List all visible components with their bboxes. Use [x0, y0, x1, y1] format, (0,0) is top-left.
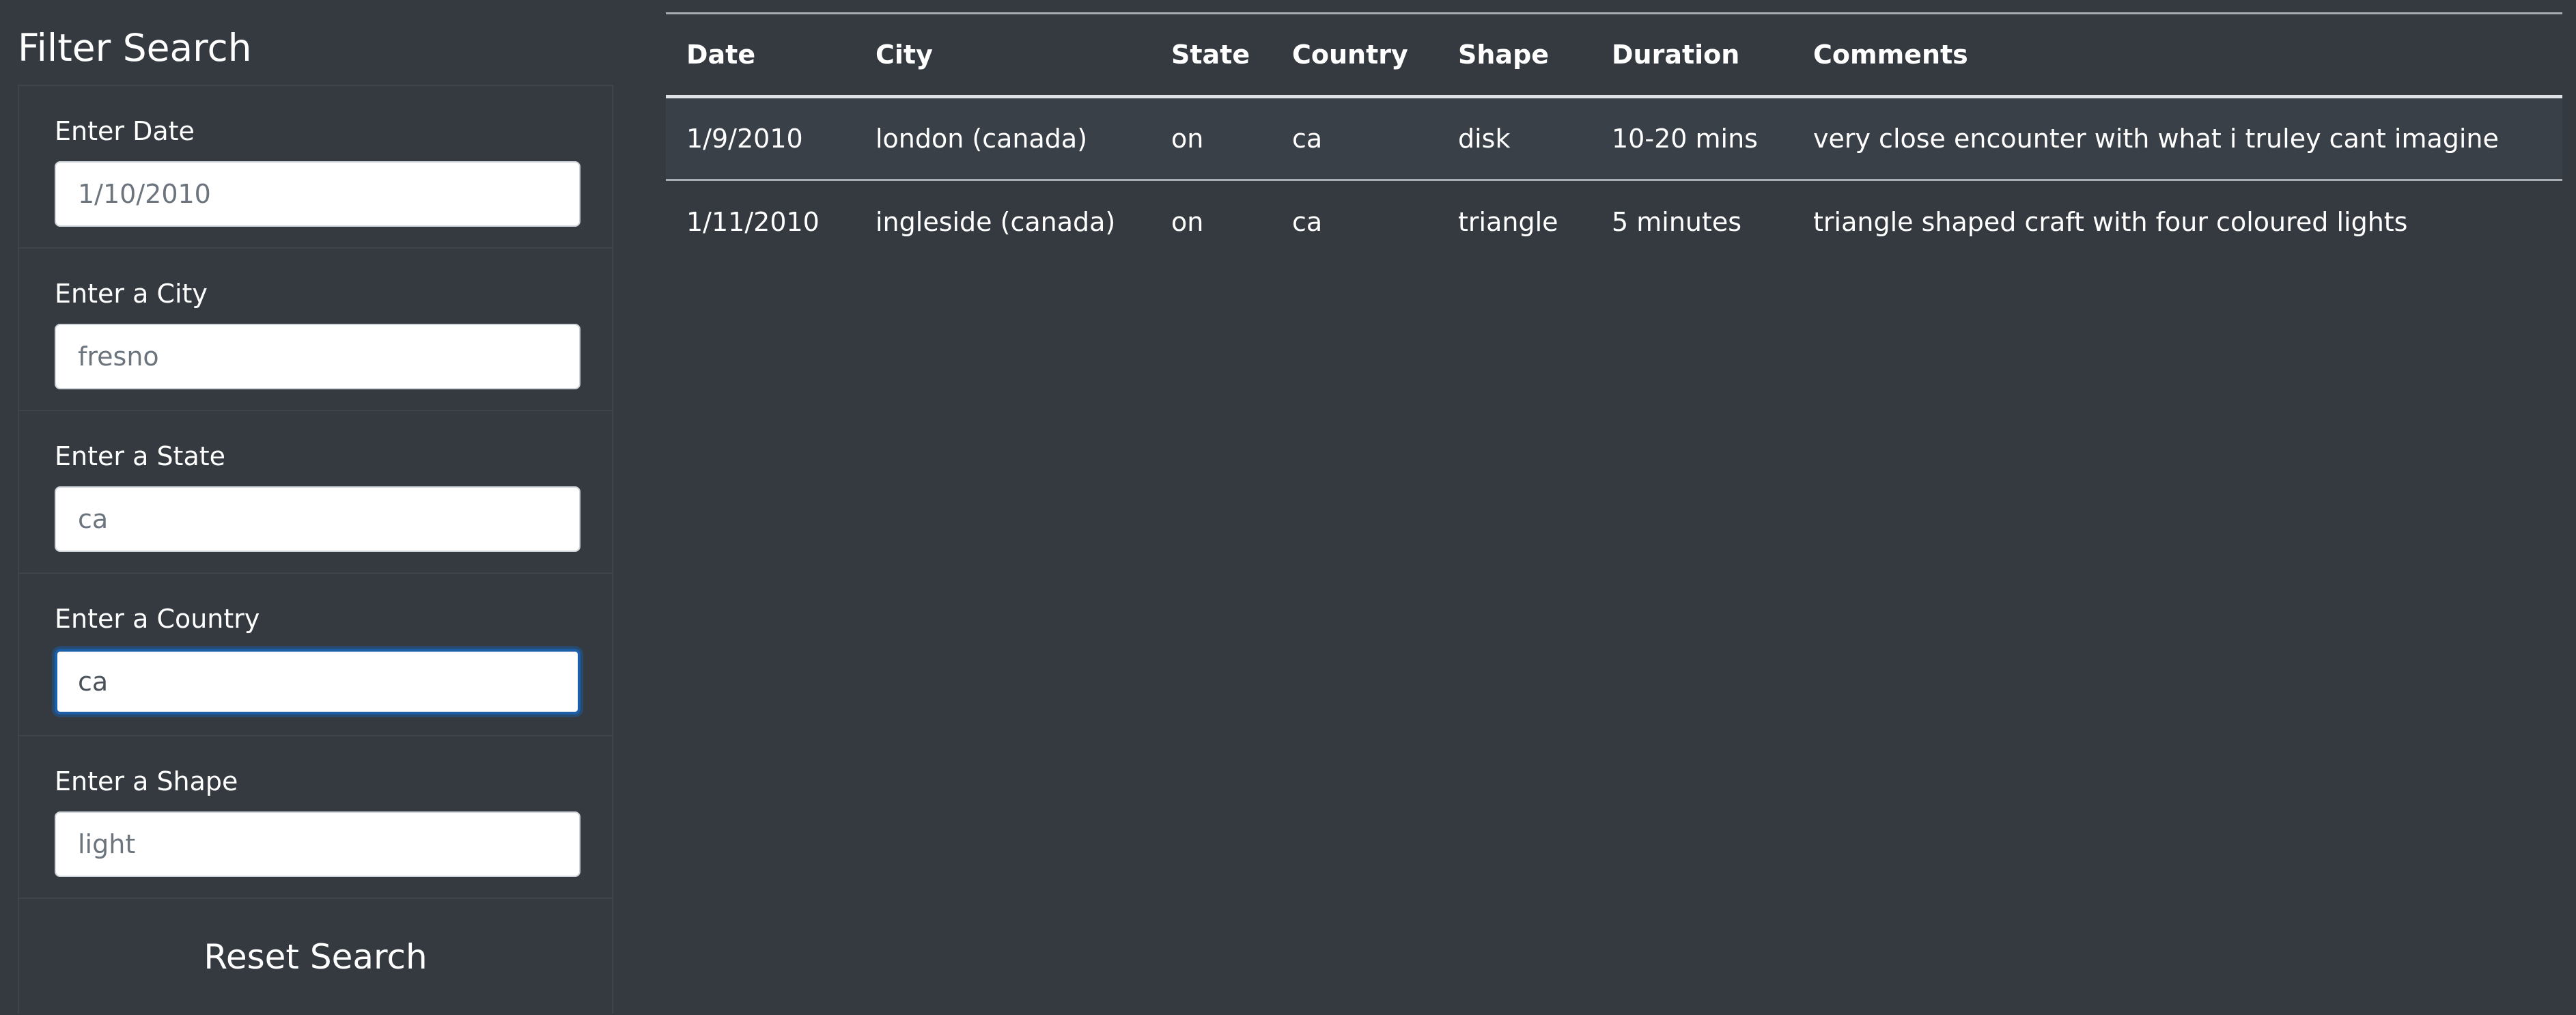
- cell-shape: triangle: [1458, 207, 1558, 238]
- filter-shape: Enter a Shape: [19, 736, 612, 899]
- table-body: 1/9/2010 london (canada) on ca disk 10-2…: [666, 96, 2562, 264]
- cell-state: on: [1171, 207, 1204, 238]
- results-table-container: Date City State Country Shape Duration C…: [666, 12, 2562, 264]
- header-row: Date City State Country Shape Duration C…: [666, 12, 2562, 98]
- city-input[interactable]: [55, 324, 580, 389]
- filter-city: Enter a City: [19, 249, 612, 411]
- cell-city: ingleside (canada): [876, 207, 1116, 238]
- cell-comments: very close encounter with what i truley …: [1793, 96, 2562, 181]
- table-row: 1/9/2010 london (canada) on ca disk 10-2…: [666, 96, 2562, 181]
- header-duration: Duration: [1591, 12, 1793, 98]
- cell-duration: 10-20 mins: [1591, 96, 1793, 181]
- cell-country: ca: [1272, 96, 1438, 181]
- state-input[interactable]: [55, 486, 580, 552]
- header-city: City: [855, 12, 1151, 98]
- country-input[interactable]: [55, 649, 580, 714]
- filter-country: Enter a Country: [19, 574, 612, 736]
- header-comments: Comments: [1793, 12, 2562, 98]
- filter-list: Enter Date Enter a City Enter a State En…: [18, 85, 613, 1014]
- cell-city: london (canada): [855, 96, 1151, 181]
- reset-item: Reset Search: [19, 899, 612, 1015]
- reset-search-button[interactable]: Reset Search: [19, 899, 612, 1015]
- header-state: State: [1151, 12, 1272, 98]
- cell-duration: 5 minutes: [1612, 207, 1742, 238]
- sidebar-title: Filter Search: [18, 26, 252, 70]
- ufo-table: Date City State Country Shape Duration C…: [666, 12, 2562, 264]
- table-header: Date City State Country Shape Duration C…: [666, 12, 2562, 98]
- state-label: Enter a State: [55, 441, 226, 471]
- date-input[interactable]: [55, 161, 580, 227]
- date-label: Enter Date: [55, 116, 195, 146]
- filter-sidebar: Filter Search Enter Date Enter a City En…: [0, 0, 632, 1014]
- cell-date: 1/11/2010: [686, 207, 820, 238]
- header-shape: Shape: [1438, 12, 1591, 98]
- shape-input[interactable]: [55, 811, 580, 877]
- city-label: Enter a City: [55, 279, 208, 309]
- cell-date: 1/9/2010: [666, 96, 855, 181]
- cell-shape: disk: [1438, 96, 1591, 181]
- filter-date: Enter Date: [19, 86, 612, 249]
- cell-country: ca: [1292, 207, 1323, 238]
- cell-state: on: [1151, 96, 1272, 181]
- table-row: 1/11/2010 ingleside (canada) on ca trian…: [666, 180, 2562, 264]
- shape-label: Enter a Shape: [55, 766, 238, 796]
- filter-state: Enter a State: [19, 411, 612, 574]
- country-label: Enter a Country: [55, 604, 260, 634]
- header-country: Country: [1272, 12, 1438, 98]
- cell-comments: triangle shaped craft with four coloured…: [1813, 207, 2408, 238]
- header-date: Date: [666, 12, 855, 98]
